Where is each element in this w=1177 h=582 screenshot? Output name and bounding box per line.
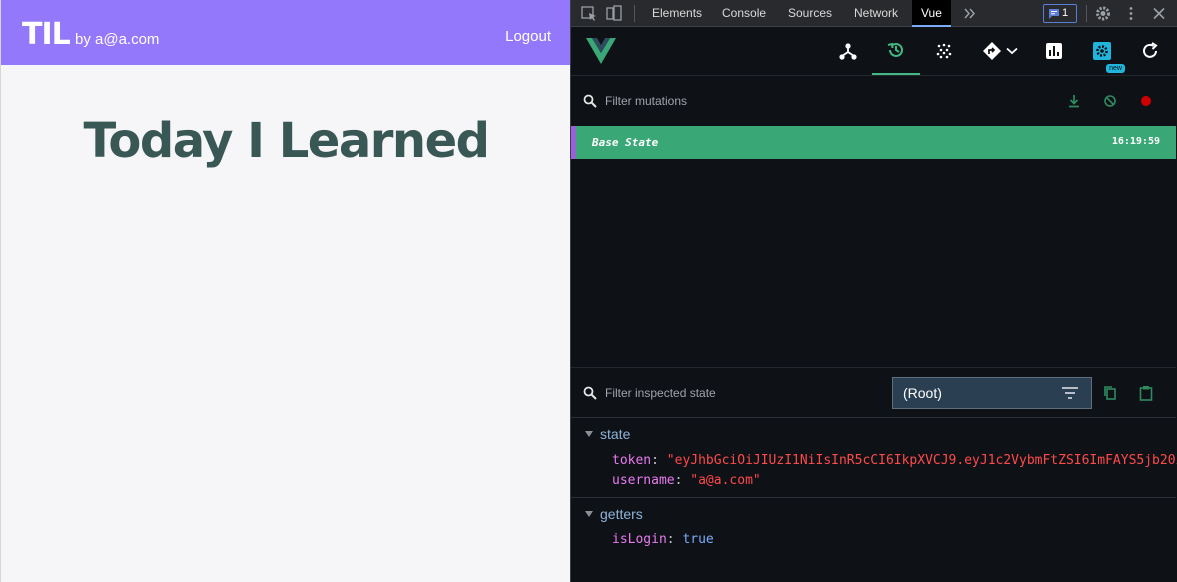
filter-mutations-input[interactable]: [605, 94, 865, 108]
state-value: "eyJhbGciOiJIUzI1NiIsInR5cCI6IkpXVCJ9.ey…: [666, 453, 1177, 468]
tab-elements[interactable]: Elements: [643, 0, 711, 27]
close-devtools-icon[interactable]: [1149, 4, 1169, 23]
state-section-title: state: [600, 426, 631, 442]
getters-section-title: getters: [600, 506, 643, 522]
copy-icon[interactable]: [1103, 385, 1117, 401]
vuex-icon[interactable]: [920, 27, 968, 75]
caret-down-icon: [585, 431, 593, 437]
inspect-element-icon[interactable]: [579, 4, 599, 23]
vue-logo-icon: [577, 27, 625, 75]
tab-console[interactable]: Console: [713, 0, 775, 27]
caret-down-icon: [585, 511, 593, 517]
chevron-down-icon: [1006, 47, 1018, 55]
performance-icon[interactable]: [1030, 27, 1078, 75]
components-icon[interactable]: [824, 27, 872, 75]
message-icon: [1049, 9, 1059, 19]
app-pane: TIL by a@a.com Logout Today I Learned: [0, 0, 571, 582]
refresh-icon[interactable]: [1126, 27, 1174, 75]
divider: [1086, 5, 1087, 22]
tab-vue[interactable]: Vue: [912, 0, 951, 27]
devtools-panel: Elements Console Sources Network Vue 1 n…: [570, 0, 1177, 582]
divider: [571, 417, 1176, 418]
state-entry-token[interactable]: token: "eyJhbGciOiJIUzI1NiIsInR5cCI6IkpX…: [612, 453, 1177, 468]
root-selector[interactable]: (Root): [892, 377, 1092, 409]
router-icon[interactable]: [971, 27, 1029, 75]
filter-list-icon: [1062, 387, 1078, 399]
page-title: Today I Learned: [83, 113, 490, 169]
mutation-item[interactable]: Base State 16:19:59: [571, 126, 1176, 159]
pane-splitter[interactable]: [571, 367, 1176, 368]
mutation-filter-bar: [571, 77, 1176, 125]
state-entry-username[interactable]: username: "a@a.com": [612, 473, 761, 488]
divider: [634, 5, 635, 22]
logo[interactable]: TIL: [22, 17, 71, 52]
state-key: username: [612, 473, 675, 488]
new-badge: new: [1106, 64, 1125, 73]
search-icon: [583, 94, 597, 108]
state-key: token: [612, 453, 652, 468]
record-icon[interactable]: [1139, 94, 1153, 108]
vue-devtools-toolbar: new: [571, 27, 1177, 76]
mutation-timestamp: 16:19:59: [1111, 136, 1160, 147]
more-tabs-icon[interactable]: [959, 4, 979, 23]
tab-sources[interactable]: Sources: [779, 0, 841, 27]
export-icon[interactable]: [1067, 94, 1081, 108]
state-section-toggle[interactable]: state: [585, 426, 630, 442]
mutation-name: Base State: [592, 136, 659, 149]
logout-link[interactable]: Logout: [505, 28, 551, 45]
filter-state-input[interactable]: [605, 386, 865, 400]
getter-key: isLogin: [612, 532, 667, 547]
root-selector-value: (Root): [903, 385, 942, 401]
clear-icon[interactable]: [1103, 94, 1117, 108]
kebab-menu-icon[interactable]: [1121, 4, 1141, 23]
paste-icon[interactable]: [1139, 385, 1153, 401]
user-byline: by a@a.com: [75, 31, 160, 48]
app-header: TIL by a@a.com Logout: [1, 0, 571, 65]
getters-section-toggle[interactable]: getters: [585, 506, 643, 522]
getter-value: true: [682, 532, 714, 547]
timeline-icon[interactable]: [872, 27, 920, 75]
issues-count: 1: [1062, 7, 1069, 19]
search-icon: [583, 386, 597, 400]
devtools-tabbar: Elements Console Sources Network Vue 1: [571, 0, 1177, 27]
getter-entry-islogin[interactable]: isLogin: true: [612, 532, 714, 547]
tab-network[interactable]: Network: [845, 0, 907, 27]
state-value: "a@a.com": [690, 473, 761, 488]
divider: [571, 497, 1176, 498]
issues-badge[interactable]: 1: [1043, 4, 1077, 23]
device-toolbar-icon[interactable]: [604, 4, 624, 23]
settings-gear-icon[interactable]: [1093, 4, 1113, 23]
